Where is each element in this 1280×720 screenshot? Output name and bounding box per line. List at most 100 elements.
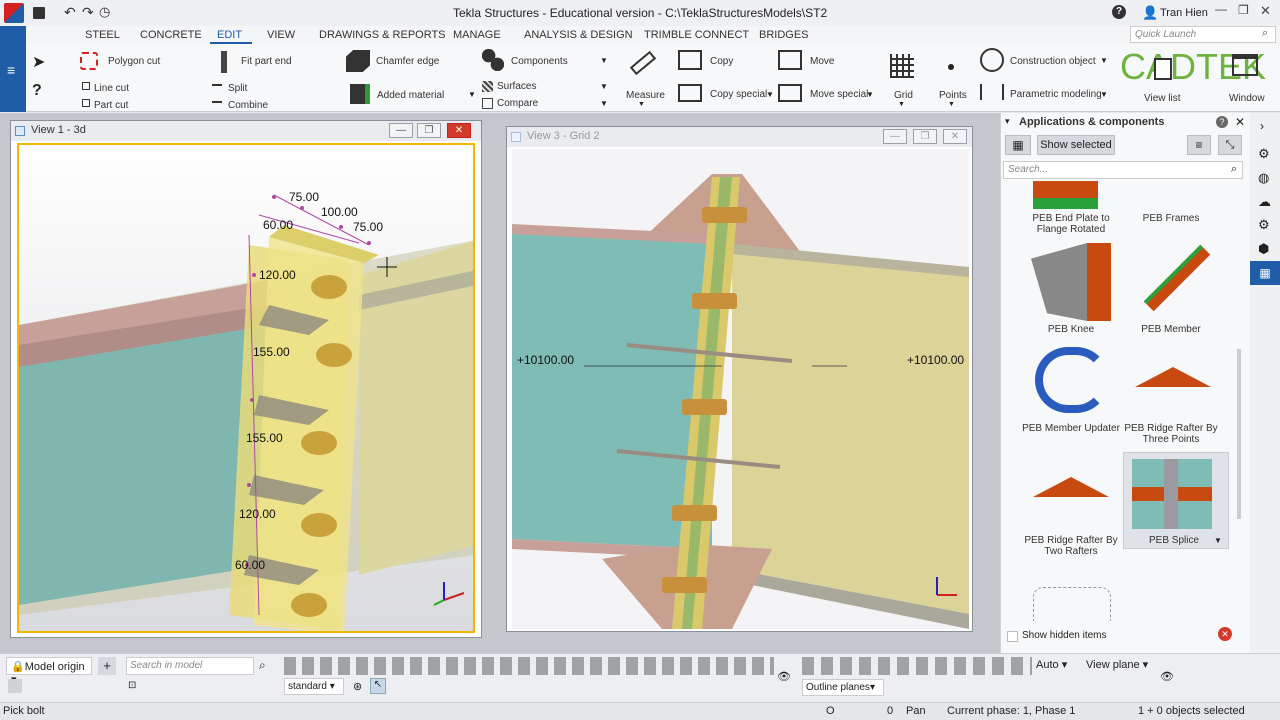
catalog-item-label[interactable]: PEB Ridge Rafter By Two Rafters — [1021, 535, 1121, 557]
construction-object-dropdown-icon[interactable]: ▼ — [1100, 56, 1108, 65]
connection-icon[interactable]: ⚙ — [1258, 146, 1270, 162]
catalog-item-label[interactable]: PEB Knee — [1021, 324, 1121, 335]
catalog-item-label[interactable]: PEB Member — [1121, 324, 1221, 335]
tiles-view-button[interactable]: ▦ — [1005, 135, 1031, 155]
thumb-ridge-three-points[interactable] — [1135, 367, 1211, 387]
surfaces-button[interactable]: Surfaces — [497, 81, 536, 92]
polygon-cut-button[interactable]: Polygon cut — [108, 56, 160, 67]
view-1-close-button[interactable]: ✕ — [447, 123, 471, 138]
menu-analysis-design[interactable]: ANALYSIS & DESIGN — [524, 29, 633, 41]
menu-bridges[interactable]: BRIDGES — [759, 29, 809, 41]
copy-special-dropdown-icon[interactable]: ▼ — [766, 90, 774, 99]
minimize-button[interactable]: — — [1215, 2, 1227, 16]
chevron-right-icon[interactable]: › — [1260, 119, 1264, 133]
save-icon[interactable] — [33, 7, 45, 19]
line-cut-button[interactable]: Line cut — [94, 83, 129, 94]
catalog-tools-icon[interactable]: ⤡ — [1218, 135, 1242, 155]
move-special-icon[interactable] — [778, 84, 802, 102]
compare-dropdown-icon[interactable]: ▼ — [600, 99, 608, 108]
line-cut-icon[interactable] — [82, 82, 90, 90]
gear-icon[interactable]: ⚙ — [1258, 217, 1270, 233]
standard-dropdown[interactable]: standard ▾ — [284, 678, 344, 695]
components-icon[interactable] — [482, 49, 504, 71]
compare-button[interactable]: Compare — [497, 98, 538, 109]
user-icon[interactable]: 👤 — [1142, 5, 1158, 21]
menu-trimble-connect[interactable]: TRIMBLE CONNECT — [644, 29, 749, 41]
components-active-icon[interactable]: ▦ — [1250, 261, 1280, 285]
panel-help-icon[interactable]: ? — [1216, 116, 1228, 128]
chamfer-edge-icon[interactable] — [346, 50, 370, 72]
chevron-down-icon[interactable]: ▼ — [1214, 536, 1222, 545]
list-view-icon[interactable]: ≡ — [1187, 135, 1211, 155]
view-1-minimize-button[interactable]: — — [389, 123, 413, 138]
panel-close-icon[interactable]: ✕ — [1235, 115, 1245, 129]
panel-collapse-icon[interactable]: ▾ — [1005, 116, 1010, 127]
components-dropdown-icon[interactable]: ▼ — [600, 56, 608, 65]
copy-button[interactable]: Copy — [710, 56, 733, 67]
panel-search-input[interactable]: Search... ⌕ — [1003, 161, 1243, 179]
combine-button[interactable]: Combine — [228, 100, 268, 111]
parametric-modeling-dropdown-icon[interactable]: ▼ — [1100, 90, 1108, 99]
view-3-canvas[interactable]: +10100.00 +10100.00 — [512, 149, 969, 629]
window-icon[interactable] — [1232, 54, 1258, 76]
parametric-modeling-button[interactable]: Parametric modeling — [1010, 89, 1102, 100]
add-work-area-button[interactable]: + — [98, 657, 116, 675]
help-icon[interactable]: ? — [1112, 5, 1126, 19]
zoom-selected-icon[interactable]: ⊡ — [128, 680, 136, 691]
view-3-minimize-button[interactable]: — — [883, 129, 907, 144]
auto-dropdown[interactable]: Auto ▾ — [1036, 658, 1067, 671]
window-button[interactable]: Window — [1229, 93, 1265, 104]
cube-icon[interactable]: ⬢ — [1258, 241, 1269, 257]
construction-object-button[interactable]: Construction object — [1010, 56, 1096, 67]
show-hidden-checkbox[interactable] — [1007, 631, 1018, 642]
catalog-item-label[interactable]: PEB End Plate to Flange Rotated — [1021, 213, 1121, 235]
show-selected-button[interactable]: Show selected — [1037, 135, 1115, 155]
polygon-cut-icon[interactable] — [80, 52, 98, 70]
view-3-maximize-button[interactable]: ❐ — [913, 129, 937, 144]
points-icon[interactable] — [948, 64, 954, 70]
grid-button[interactable]: Grid — [894, 90, 913, 101]
panel-scrollbar[interactable] — [1237, 349, 1241, 519]
catalog-item-label[interactable]: PEB Frames — [1121, 213, 1221, 224]
copy-special-button[interactable]: Copy special — [710, 89, 767, 100]
history-icon[interactable]: ◷ — [99, 4, 110, 20]
search-icon[interactable]: ⌕ — [259, 658, 266, 673]
search-model-input[interactable]: Search in model — [126, 657, 254, 675]
measure-button[interactable]: Measure — [626, 90, 665, 101]
combine-icon[interactable] — [212, 101, 222, 103]
view-1-canvas[interactable]: 75.00 100.00 75.00 60.00 120.00 155.00 1… — [17, 143, 475, 633]
thumb-placeholder[interactable] — [1033, 587, 1111, 621]
fit-part-end-button[interactable]: Fit part end — [241, 56, 292, 67]
view-1-window[interactable]: View 1 - 3d — ❐ ✕ 75.00 100.00 75.00 60.… — [10, 120, 482, 638]
parametric-modeling-icon[interactable] — [980, 84, 1004, 100]
grid-icon[interactable] — [890, 54, 914, 78]
thumb-ridge-two-rafters[interactable] — [1033, 477, 1109, 497]
view-1-titlebar[interactable]: View 1 - 3d — ❐ ✕ — [11, 121, 481, 141]
help-pointer-icon[interactable]: ? — [32, 82, 42, 100]
eye-icon[interactable]: 👁 — [777, 670, 791, 683]
pointer-active-icon[interactable]: ↖ — [370, 678, 386, 694]
move-button[interactable]: Move — [810, 56, 834, 67]
copy-icon[interactable] — [678, 50, 702, 70]
delete-icon[interactable]: ✕ — [1218, 627, 1232, 641]
fit-part-end-icon[interactable] — [221, 51, 227, 73]
view-plane-dropdown[interactable]: View plane ▾ — [1086, 658, 1148, 671]
catalog-item-label[interactable]: PEB Ridge Rafter By Three Points — [1121, 423, 1221, 445]
split-icon[interactable] — [212, 84, 222, 86]
catalog-item-selected[interactable]: PEB Splice ▼ — [1123, 452, 1229, 549]
measure-dropdown-icon[interactable]: ▼ — [638, 101, 645, 108]
close-button[interactable]: ✕ — [1260, 3, 1271, 19]
menu-manage[interactable]: MANAGE — [453, 29, 501, 41]
added-material-button[interactable]: Added material — [377, 90, 444, 101]
file-menu-bar[interactable]: ≡ — [0, 26, 26, 112]
thumb-end-plate[interactable] — [1033, 181, 1098, 209]
thumb-peb-knee[interactable] — [1031, 243, 1111, 321]
hamburger-icon[interactable]: ≡ — [7, 62, 15, 78]
search-icon[interactable]: ⌕ — [1231, 163, 1237, 176]
view-list-button[interactable]: View list — [1144, 93, 1181, 104]
catalog-item-label[interactable]: PEB Member Updater — [1021, 423, 1121, 434]
thumb-member-updater[interactable] — [1035, 347, 1109, 413]
catalog-scrollarea[interactable]: PEB End Plate to Flange Rotated PEB Fram… — [1001, 181, 1241, 621]
view-1-maximize-button[interactable]: ❐ — [417, 123, 441, 138]
undo-icon[interactable]: ↶ — [64, 4, 76, 21]
